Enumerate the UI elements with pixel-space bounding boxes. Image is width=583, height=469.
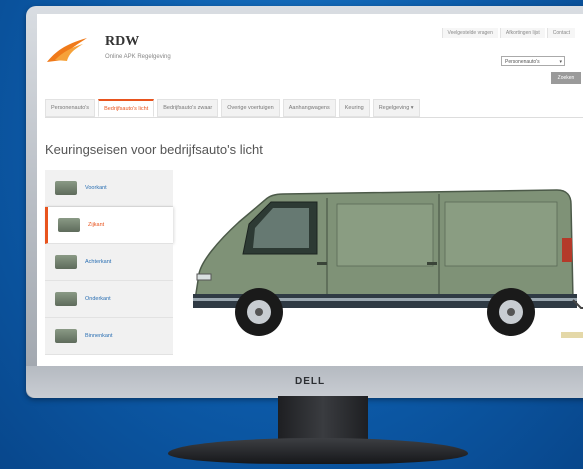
van-bottom-thumbnail bbox=[55, 292, 77, 306]
top-links: Veelgestelde vragen Afkortingen lijst Co… bbox=[441, 28, 575, 38]
tab-overige-voertuigen[interactable]: Overige voertuigen bbox=[221, 99, 280, 117]
page-title: Keuringseisen voor bedrijfsauto's licht bbox=[45, 142, 263, 157]
tab-regelgeving[interactable]: Regelgeving ▾ bbox=[372, 99, 420, 117]
link-contact[interactable]: Contact bbox=[546, 28, 575, 38]
screen: RDW Online APK Regelgeving Veelgestelde … bbox=[37, 14, 583, 366]
side-item-zijkant[interactable]: Zijkant bbox=[45, 207, 173, 244]
logo-subtitle: Online APK Regelgeving bbox=[105, 54, 171, 60]
side-item-achterkant[interactable]: Achterkant bbox=[45, 244, 173, 281]
tab-bedrijfsautos-licht[interactable]: Bedrijfsauto's licht bbox=[98, 99, 155, 117]
monitor-stand-base bbox=[168, 438, 468, 464]
tab-personenautos[interactable]: Personenauto's bbox=[45, 99, 96, 117]
van-front-thumbnail bbox=[55, 181, 77, 195]
category-select[interactable]: Personenauto's ▾ bbox=[501, 56, 565, 66]
van-rear-thumbnail bbox=[55, 255, 77, 269]
tab-bedrijfsautos-zwaar[interactable]: Bedrijfsauto's zwaar bbox=[157, 99, 219, 117]
side-item-label: Achterkant bbox=[85, 259, 112, 265]
side-item-label: Voorkant bbox=[85, 185, 107, 191]
category-select-value: Personenauto's bbox=[505, 59, 540, 65]
van-interior-thumbnail bbox=[55, 329, 77, 343]
side-item-voorkant[interactable]: Voorkant bbox=[45, 170, 173, 207]
van-side-illustration[interactable] bbox=[177, 182, 583, 352]
logo-title: RDW bbox=[105, 34, 140, 49]
link-abbreviations[interactable]: Afkortingen lijst bbox=[499, 28, 545, 38]
link-faq[interactable]: Veelgestelde vragen bbox=[441, 28, 498, 38]
side-item-label: Binnenkant bbox=[85, 333, 113, 339]
search-button[interactable]: Zoeken bbox=[551, 72, 581, 84]
monitor-brand: DELL bbox=[295, 376, 326, 387]
tab-aanhangwagens[interactable]: Aanhangwagens bbox=[282, 99, 336, 117]
main-tabs: Personenauto's Bedrijfsauto's licht Bedr… bbox=[45, 99, 583, 118]
tab-keuring[interactable]: Keuring bbox=[338, 99, 370, 117]
side-item-label: Onderkant bbox=[85, 296, 111, 302]
side-item-binnenkant[interactable]: Binnenkant bbox=[45, 318, 173, 355]
side-item-onderkant[interactable]: Onderkant bbox=[45, 281, 173, 318]
dropdown-arrow-icon: ▾ bbox=[559, 59, 562, 65]
rdw-logo-icon bbox=[47, 38, 87, 62]
van-side-thumbnail bbox=[58, 218, 80, 232]
view-sidebar: Voorkant Zijkant Achterkant Onderkant Bi… bbox=[45, 170, 173, 355]
side-item-label: Zijkant bbox=[88, 222, 105, 228]
